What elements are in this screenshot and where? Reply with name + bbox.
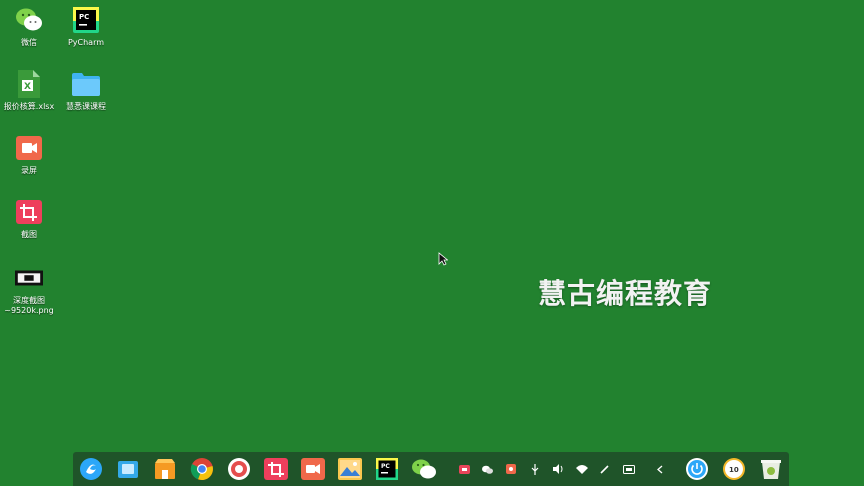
desktop-icon-label: 慧悉课课程: [66, 102, 106, 111]
chrome-button[interactable]: [184, 452, 221, 486]
tray-volume[interactable]: [547, 452, 571, 486]
tray-pen[interactable]: [594, 452, 618, 486]
desktop-icon-png[interactable]: 深度截图 ~9520k.png: [0, 264, 61, 316]
launcher-button[interactable]: [73, 452, 110, 486]
app-store-icon: [155, 459, 176, 479]
settings-icon: [228, 458, 251, 480]
settings-button[interactable]: [221, 452, 258, 486]
power-button[interactable]: [678, 452, 715, 486]
keyboard-icon: [622, 464, 635, 474]
volume-icon: [552, 464, 563, 474]
desktop-icon-label: 报价核算.xlsx: [3, 102, 55, 111]
desktop-icon-label: PyCharm: [67, 38, 105, 47]
svg-text:X: X: [24, 82, 31, 92]
mouse-cursor-icon: [438, 251, 449, 270]
image-viewer-button[interactable]: [332, 452, 369, 486]
pycharm-icon: PC: [376, 458, 399, 480]
desktop-icon-screenshot[interactable]: 截图: [0, 198, 61, 240]
collapse-arrow-icon: [657, 465, 663, 473]
tray-wifi[interactable]: [570, 452, 594, 486]
clock-text: 10: [729, 466, 739, 474]
wifi-icon: [575, 465, 588, 474]
image-viewer-icon: [338, 458, 363, 480]
screenshot-icon: [15, 198, 43, 226]
tray-collapse[interactable]: [649, 452, 673, 486]
wechat-button[interactable]: [406, 452, 443, 486]
dock-right: 10: [678, 452, 789, 486]
pycharm-button[interactable]: PC: [369, 452, 406, 486]
wechat-icon: [15, 6, 43, 34]
screenshot-icon: [264, 458, 289, 480]
clock-icon: 10: [722, 458, 745, 480]
wechat-icon: [412, 459, 437, 479]
screen-recorder-button[interactable]: [295, 452, 332, 486]
trash-icon: [760, 460, 781, 479]
system-tray: [453, 452, 673, 486]
file-manager-icon: [118, 461, 139, 478]
file-manager-button[interactable]: [110, 452, 147, 486]
clock-widget[interactable]: 10: [715, 452, 752, 486]
tray-app[interactable]: [500, 452, 524, 486]
wechat-tray-icon: [482, 465, 494, 474]
desktop-icon-pycharm[interactable]: PC PyCharm: [54, 6, 118, 48]
screen-recorder-icon: [301, 458, 326, 480]
desktop-icon-label: 深度截图 ~9520k.png: [4, 296, 54, 315]
spreadsheet-file-icon: X: [15, 70, 43, 98]
pycharm-icon: PC: [72, 6, 100, 34]
desktop-icon-wechat[interactable]: 微信: [0, 6, 61, 48]
desktop-icon-label: 录屏: [21, 166, 37, 175]
desktop-icon-folder[interactable]: 慧悉课课程: [54, 70, 118, 112]
desktop-icon-label: 截图: [21, 230, 37, 239]
app-store-button[interactable]: [147, 452, 184, 486]
desktop-icon-recorder[interactable]: 录屏: [0, 134, 61, 176]
screenshot-button[interactable]: [258, 452, 295, 486]
desktop-icon-xlsx[interactable]: X 报价核算.xlsx: [0, 70, 61, 112]
chrome-icon: [191, 458, 214, 481]
svg-text:PC: PC: [79, 13, 89, 21]
tray-usb[interactable]: [523, 452, 547, 486]
folder-icon: [72, 70, 100, 98]
screen-recorder-icon: [15, 134, 43, 162]
recorder-tray-icon: [458, 464, 470, 474]
taskbar-dock: PC 10: [73, 452, 789, 486]
image-file-icon: [15, 264, 43, 292]
svg-text:PC: PC: [381, 463, 390, 470]
watermark-text: 慧古编程教育: [538, 277, 713, 310]
trash-button[interactable]: [752, 452, 789, 486]
usb-icon: [531, 463, 539, 475]
tray-app-icon: [506, 464, 517, 474]
tray-keyboard[interactable]: [617, 452, 641, 486]
tray-wechat[interactable]: [476, 452, 500, 486]
tray-recorder[interactable]: [453, 452, 477, 486]
launcher-icon: [80, 458, 103, 480]
power-icon: [685, 458, 708, 480]
pen-icon: [600, 465, 609, 474]
desktop-icon-label: 微信: [21, 38, 37, 47]
